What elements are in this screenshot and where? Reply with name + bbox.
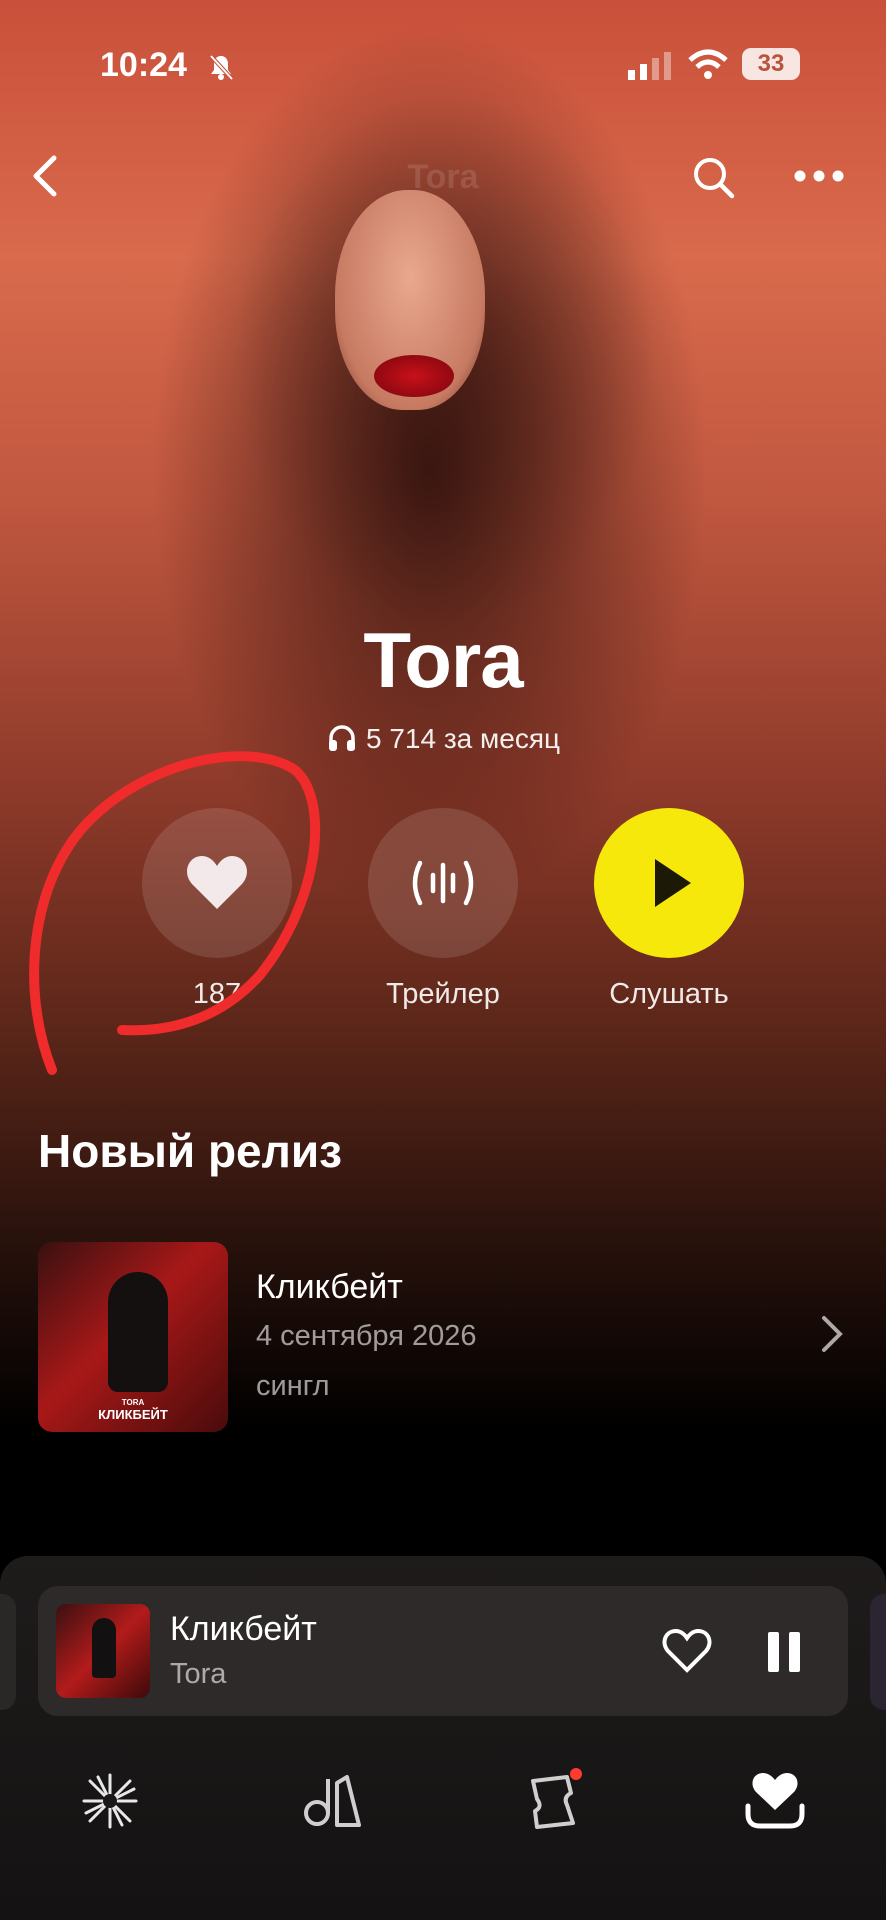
- waveform-icon: [412, 860, 474, 906]
- mini-player-artist: Tora: [170, 1658, 227, 1690]
- artist-hero: [0, 0, 886, 1430]
- status-time: 10:24: [100, 46, 187, 84]
- monthly-listeners-label: 5 714 за месяц: [365, 723, 561, 754]
- release-type: сингл: [256, 1370, 330, 1402]
- new-release-heading: Новый релиз: [38, 1125, 342, 1177]
- monthly-listeners: 5 714 за месяц: [0, 722, 886, 755]
- like-track-icon[interactable]: [662, 1628, 712, 1674]
- release-cover: TORA КЛИКБЕЙТ: [38, 1242, 228, 1432]
- like-count: 187: [192, 978, 242, 1010]
- more-icon[interactable]: [792, 168, 846, 184]
- wifi-icon: [688, 49, 728, 79]
- release-title: Кликбейт: [256, 1268, 403, 1306]
- nav-wave[interactable]: [55, 1746, 165, 1856]
- cover-title: КЛИКБЕЙТ: [98, 1407, 168, 1422]
- top-bar: Tora: [0, 140, 886, 210]
- player-panel: Кликбейт Tora: [0, 1556, 886, 1920]
- header-title: Tora: [407, 158, 479, 196]
- mini-player[interactable]: Кликбейт Tora: [38, 1586, 848, 1716]
- new-release-item[interactable]: TORA КЛИКБЕЙТ Кликбейт 4 сентября 2026 с…: [38, 1242, 848, 1432]
- listen-button[interactable]: [594, 808, 744, 958]
- artist-name: Tora: [363, 616, 523, 704]
- prev-track-card[interactable]: [0, 1594, 16, 1710]
- collection-icon: [304, 1775, 361, 1827]
- mini-player-title: Кликбейт: [170, 1610, 317, 1648]
- status-bar: 10:24 33: [0, 40, 886, 90]
- battery-indicator: 33: [742, 48, 800, 80]
- headphones-icon: [328, 725, 355, 751]
- cover-figure: [108, 1272, 168, 1392]
- listen-label: Слушать: [609, 978, 729, 1010]
- nav-tickets[interactable]: [500, 1746, 610, 1856]
- signal-icon: [628, 52, 671, 80]
- mute-bell-icon: [209, 54, 234, 81]
- like-button[interactable]: [142, 808, 292, 958]
- nav-favorites[interactable]: [720, 1746, 830, 1856]
- cover-caption: TORA КЛИКБЕЙТ: [38, 1398, 228, 1422]
- tickets-icon: [531, 1775, 575, 1829]
- chevron-right-icon: [822, 1316, 843, 1352]
- bottom-nav: [0, 1746, 886, 1856]
- wave-icon: [82, 1773, 138, 1829]
- pause-icon[interactable]: [764, 1630, 804, 1674]
- cover-artist: TORA: [121, 1398, 145, 1407]
- play-icon: [655, 859, 691, 907]
- heart-icon: [187, 856, 247, 909]
- release-date: 4 сентября 2026: [256, 1320, 477, 1352]
- nav-collection[interactable]: [278, 1746, 388, 1856]
- photo-lips: [374, 355, 454, 397]
- search-icon[interactable]: [690, 154, 736, 200]
- mini-cover-figure: [92, 1618, 116, 1678]
- tickets-notification-dot: [570, 1768, 582, 1780]
- next-track-card[interactable]: [870, 1594, 886, 1710]
- mini-player-cover: [56, 1604, 150, 1698]
- trailer-label: Трейлер: [386, 978, 500, 1010]
- favorites-icon: [745, 1773, 805, 1829]
- trailer-button[interactable]: [368, 808, 518, 958]
